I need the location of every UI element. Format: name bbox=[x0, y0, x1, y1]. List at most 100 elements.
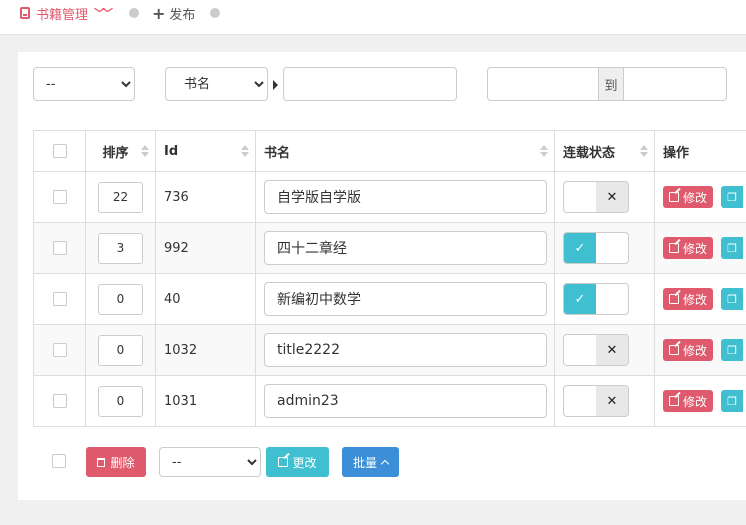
tab-book-management-label: 书籍管理 bbox=[36, 7, 89, 23]
row-sort-cell: 22 bbox=[85, 172, 155, 222]
row-action-cell: 修改 ❐ bbox=[654, 325, 746, 375]
tab-publish-label: 发布 bbox=[169, 7, 196, 23]
copy-icon: ❐ bbox=[727, 241, 737, 255]
range-separator: 到 bbox=[598, 67, 624, 101]
serial-status-toggle[interactable]: ✕ bbox=[563, 385, 629, 417]
edit-button-label: 修改 bbox=[683, 394, 708, 409]
sort-arrows-icon[interactable] bbox=[640, 145, 648, 157]
range-to-input[interactable] bbox=[623, 67, 727, 101]
header-action: 操作 bbox=[654, 131, 746, 171]
edit-button-label: 修改 bbox=[683, 343, 708, 358]
copy-icon: ❐ bbox=[727, 190, 737, 204]
edit-button-label: 修改 bbox=[683, 190, 708, 205]
bulk-value-select[interactable]: -- bbox=[159, 447, 261, 477]
row-checkbox[interactable] bbox=[52, 343, 67, 357]
copy-button[interactable]: ❐ bbox=[721, 237, 744, 259]
double-chevron-down-icon[interactable]: ﹀﹀ bbox=[94, 5, 113, 21]
tab-separator-dot bbox=[129, 8, 139, 18]
edit-icon bbox=[278, 457, 289, 467]
delete-button[interactable]: 删除 bbox=[86, 447, 146, 477]
row-sort-cell: 0 bbox=[85, 274, 155, 324]
books-table: 排序 Id 书名 连载状态 操作 22 736 自学版自学版 ✕ 修改 ❐ 3 992 四十二章… bbox=[33, 130, 746, 427]
row-sort-cell: 3 bbox=[85, 223, 155, 273]
tab-book-management[interactable]: 书籍管理 ﹀﹀ bbox=[20, 0, 113, 26]
table-row: 0 1031 admin23 ✕ 修改 ❐ bbox=[33, 376, 746, 427]
batch-button-label: 批量 bbox=[352, 455, 377, 470]
table-header: 排序 Id 书名 连载状态 操作 bbox=[33, 131, 746, 172]
search-input[interactable] bbox=[283, 67, 457, 101]
search-field-select[interactable]: 书名 bbox=[165, 67, 268, 101]
sort-arrows-icon[interactable] bbox=[141, 145, 149, 157]
row-name-cell: 四十二章经 bbox=[255, 223, 554, 273]
toggle-empty bbox=[596, 233, 628, 263]
footer-select-all-checkbox[interactable] bbox=[52, 454, 66, 468]
row-id: 1032 bbox=[164, 342, 198, 358]
book-name-input[interactable]: 自学版自学版 bbox=[264, 180, 547, 214]
top-tab-bar: 书籍管理 ﹀﹀ + 发布 bbox=[0, 0, 746, 35]
row-name-cell: 自学版自学版 bbox=[255, 172, 554, 222]
row-action-cell: 修改 ❐ bbox=[654, 172, 746, 222]
trash-icon bbox=[97, 457, 106, 467]
book-name-input[interactable]: 新编初中数学 bbox=[264, 282, 547, 316]
row-checkbox[interactable] bbox=[52, 241, 67, 255]
edit-button[interactable]: 修改 bbox=[663, 390, 714, 412]
batch-button[interactable]: 批量 bbox=[342, 447, 399, 477]
row-checkbox[interactable] bbox=[52, 190, 67, 204]
serial-status-toggle[interactable]: ✓ bbox=[563, 283, 629, 315]
header-id-label: Id bbox=[164, 143, 179, 159]
sort-order-input[interactable]: 3 bbox=[98, 232, 143, 264]
row-select-cell bbox=[33, 223, 85, 273]
sort-arrows-icon[interactable] bbox=[241, 145, 249, 157]
toggle-empty bbox=[564, 386, 596, 416]
copy-icon: ❐ bbox=[727, 292, 737, 306]
sort-order-input[interactable]: 22 bbox=[98, 181, 143, 213]
row-select-cell bbox=[33, 274, 85, 324]
update-button[interactable]: 更改 bbox=[266, 447, 329, 477]
header-sort[interactable]: 排序 bbox=[85, 131, 155, 171]
row-select-cell bbox=[33, 325, 85, 375]
sort-order-input[interactable]: 0 bbox=[98, 385, 143, 417]
toggle-empty bbox=[564, 182, 596, 212]
sort-order-input[interactable]: 0 bbox=[98, 283, 143, 315]
row-id-cell: 1031 bbox=[155, 376, 255, 426]
copy-button[interactable]: ❐ bbox=[721, 186, 744, 208]
tab-publish[interactable]: + 发布 bbox=[152, 0, 195, 26]
check-icon: ✓ bbox=[564, 284, 596, 314]
edit-icon bbox=[669, 345, 679, 355]
toggle-empty bbox=[564, 335, 596, 365]
book-name-input[interactable]: title2222 bbox=[264, 333, 547, 367]
delete-button-label: 删除 bbox=[110, 455, 135, 470]
serial-status-toggle[interactable]: ✕ bbox=[563, 334, 629, 366]
serial-status-toggle[interactable]: ✕ bbox=[563, 181, 629, 213]
row-action-cell: 修改 ❐ bbox=[654, 274, 746, 324]
sort-arrows-icon[interactable] bbox=[540, 145, 548, 157]
row-id-cell: 40 bbox=[155, 274, 255, 324]
select-all-checkbox[interactable] bbox=[52, 144, 67, 158]
copy-button[interactable]: ❐ bbox=[721, 339, 744, 361]
edit-button-label: 修改 bbox=[683, 292, 708, 307]
copy-button[interactable]: ❐ bbox=[721, 288, 744, 310]
table-row: 0 40 新编初中数学 ✓ 修改 ❐ bbox=[33, 274, 746, 325]
book-name-input[interactable]: admin23 bbox=[264, 384, 547, 418]
sort-order-input[interactable]: 0 bbox=[98, 334, 143, 366]
row-checkbox[interactable] bbox=[52, 394, 67, 408]
book-name-input[interactable]: 四十二章经 bbox=[264, 231, 547, 265]
range-from-input[interactable] bbox=[487, 67, 599, 101]
header-id[interactable]: Id bbox=[155, 131, 255, 171]
filter-select[interactable]: -- bbox=[33, 67, 135, 101]
edit-button[interactable]: 修改 bbox=[663, 339, 714, 361]
plus-icon: + bbox=[152, 3, 166, 23]
edit-button[interactable]: 修改 bbox=[663, 186, 714, 208]
edit-button[interactable]: 修改 bbox=[663, 288, 714, 310]
header-name[interactable]: 书名 bbox=[255, 131, 554, 171]
close-icon: ✕ bbox=[596, 182, 628, 212]
copy-button[interactable]: ❐ bbox=[721, 390, 744, 412]
serial-status-toggle[interactable]: ✓ bbox=[563, 232, 629, 264]
row-id-cell: 736 bbox=[155, 172, 255, 222]
edit-button[interactable]: 修改 bbox=[663, 237, 714, 259]
row-checkbox[interactable] bbox=[52, 292, 67, 306]
copy-icon: ❐ bbox=[727, 394, 737, 408]
caret-right-icon bbox=[273, 80, 278, 90]
row-status-cell: ✕ bbox=[554, 376, 654, 426]
row-action-cell: 修改 ❐ bbox=[654, 223, 746, 273]
